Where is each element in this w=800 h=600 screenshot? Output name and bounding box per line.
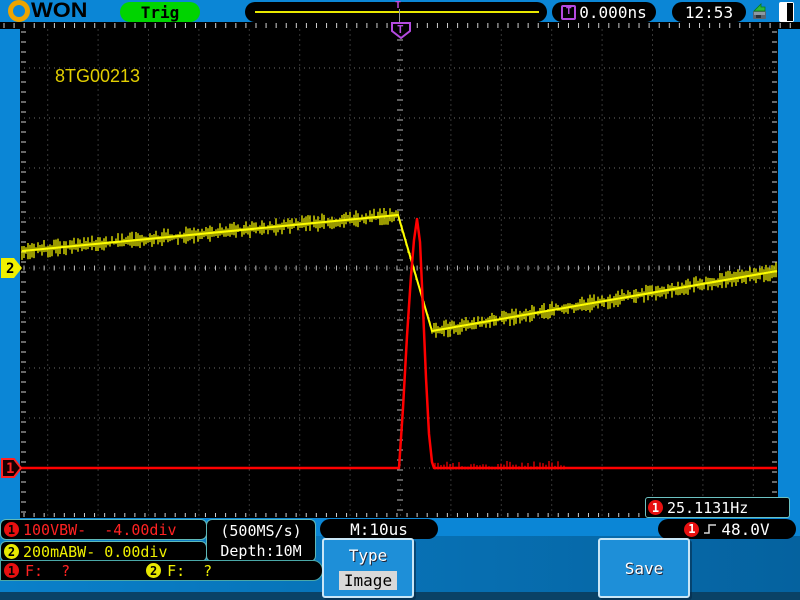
ch1-zero-marker[interactable]: 1: [1, 457, 23, 479]
trigger-position-letter: T: [397, 23, 404, 36]
type-button[interactable]: Type Image: [322, 538, 414, 598]
trigger-t-icon: T: [561, 5, 576, 20]
measure-ch2-badge: 2: [146, 563, 161, 578]
measure-ch1-label: F:: [25, 562, 43, 580]
trigger-level-readout: 1 48.0V: [658, 519, 796, 539]
memory-position-bar[interactable]: T: [245, 2, 547, 22]
logo-ring-icon: [8, 0, 30, 22]
ch1-badge: 1: [4, 522, 19, 537]
clock-readout: 12:53: [672, 2, 746, 22]
ch2-settings-text: 200mABW- 0.00div: [23, 543, 168, 561]
sample-rate-label: (500MS/s): [220, 522, 301, 540]
save-button-label: Save: [625, 559, 664, 578]
clock-value: 12:53: [685, 3, 733, 22]
freq-value: 25.1131Hz: [667, 499, 748, 517]
freq-channel-badge: 1: [648, 500, 663, 515]
measure-bar: 1 F: ? 2 F: ?: [0, 560, 323, 581]
measure-ch2-value: ?: [203, 562, 212, 580]
trigger-offset-value: 0.000ns: [579, 3, 646, 22]
frequency-readout: 1 25.1131Hz: [645, 497, 790, 518]
timebase-value: M:10us: [350, 520, 408, 539]
ch2-zero-marker[interactable]: 2: [1, 257, 23, 279]
rising-edge-icon: [703, 523, 717, 535]
trigger-status-label: Trig: [141, 3, 180, 22]
battery-icon: [779, 2, 794, 22]
trigger-offset-readout: T 0.000ns: [552, 2, 656, 22]
svg-text:2: 2: [6, 261, 14, 277]
type-button-title: Type: [349, 546, 388, 565]
ch1-settings-text: 100VBW- -4.00div: [23, 521, 177, 539]
trigger-channel-badge: 1: [684, 522, 699, 537]
ch2-settings-box: 2 200mABW- 0.00div: [0, 541, 207, 562]
measure-ch1-badge: 1: [4, 563, 19, 578]
svg-text:1: 1: [6, 461, 14, 477]
trigger-status-badge: Trig: [120, 2, 200, 22]
trigger-marker-stem: [399, 9, 400, 22]
timebase-readout: M:10us: [320, 519, 438, 539]
logo-text: WON: [31, 0, 87, 23]
battery-level: [787, 3, 793, 21]
usb-storage-icon: [750, 3, 770, 21]
memory-depth-label: Depth:10M: [220, 542, 301, 560]
save-button[interactable]: Save: [598, 538, 690, 598]
oscilloscope-screen: WON Trig T T 0.000ns 12:53: [0, 0, 800, 600]
top-status-bar: WON Trig T T 0.000ns 12:53: [0, 0, 800, 22]
owon-logo: WON: [8, 0, 82, 22]
measure-ch2-label: F:: [167, 562, 185, 580]
serial-number-label: 8TG00213: [55, 66, 140, 87]
measure-ch1-value: ?: [61, 562, 70, 580]
trigger-level-value: 48.0V: [721, 520, 769, 539]
acquire-info-box: (500MS/s) Depth:10M: [206, 519, 316, 562]
ch2-badge: 2: [4, 544, 19, 559]
memory-trigger-marker: T: [395, 1, 405, 21]
type-button-value: Image: [339, 571, 397, 590]
ch1-settings-box: 1 100VBW- -4.00div: [0, 519, 207, 540]
